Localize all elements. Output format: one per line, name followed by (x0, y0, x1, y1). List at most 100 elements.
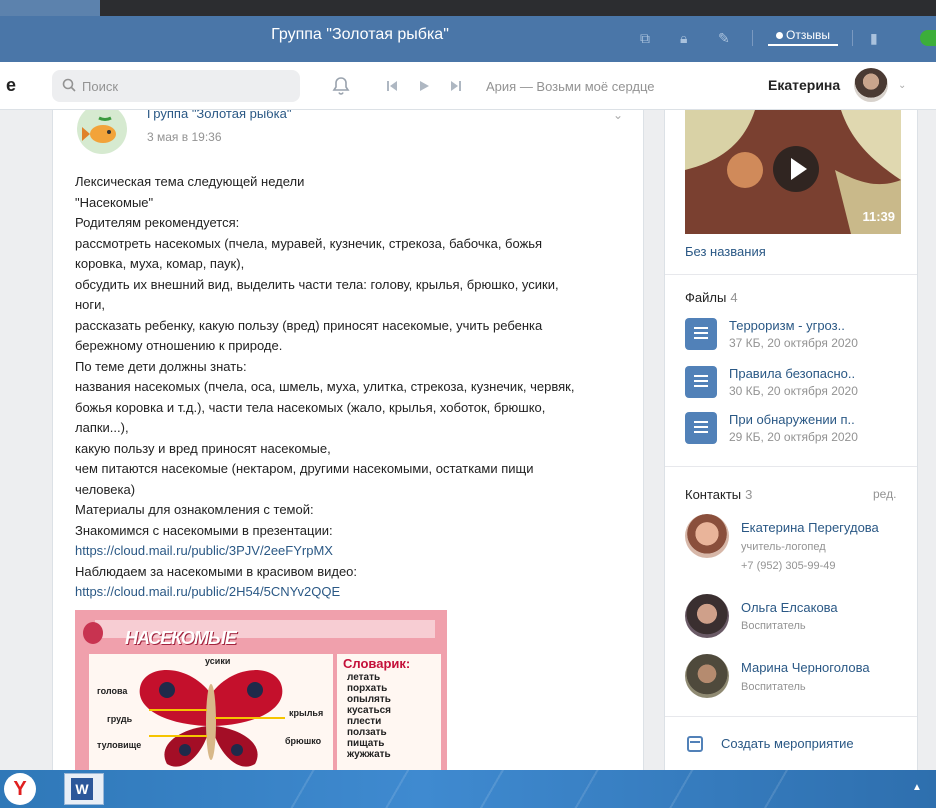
label-chest: грудь (107, 714, 133, 724)
reviews-button[interactable]: Отзывы (768, 24, 838, 46)
pen-icon[interactable]: ✎ (718, 30, 730, 47)
strawberry-icon (83, 622, 103, 644)
contact-role: Воспитатель (741, 681, 806, 693)
post-line: бережному отношению к природе. (75, 338, 283, 353)
contact-name[interactable]: Марина Черноголова (741, 660, 870, 675)
vocabulary-word: плести (347, 716, 382, 727)
create-event-button[interactable]: Создать мероприятие (721, 736, 854, 751)
reviews-icon (776, 32, 783, 39)
search-box[interactable] (52, 70, 300, 102)
play-icon[interactable] (418, 80, 430, 92)
site-logo[interactable]: e (6, 75, 16, 96)
post-line: какую пользу и вред приносят насекомые, (75, 440, 331, 456)
document-icon[interactable] (685, 318, 717, 350)
post-line: обсудить их внешний вид, выделить части … (75, 276, 559, 292)
post-line: ноги, (75, 297, 106, 312)
search-icon (62, 78, 76, 92)
chevron-down-icon[interactable]: ⌄ (898, 80, 906, 91)
search-input[interactable] (82, 70, 292, 102)
contacts-edit-link[interactable]: ред. (873, 487, 896, 501)
tray-expand-icon[interactable]: ▲ (912, 782, 922, 793)
label-wings: крылья (289, 708, 324, 718)
chevron-down-icon[interactable]: ⌄ (613, 110, 623, 122)
user-avatar[interactable] (854, 68, 888, 102)
post-line: человека) (75, 481, 136, 497)
video-duration: 11:39 (862, 209, 895, 224)
file-meta: 29 КБ, 20 октября 2020 (729, 430, 858, 444)
section-divider (665, 466, 917, 467)
titlebar-separator (752, 30, 753, 46)
tabs-icon[interactable]: ⧉ (640, 30, 650, 47)
contact-role: Воспитатель (741, 620, 806, 632)
group-sidebar: 11:39 Без названия Файлы 4 Терроризм - уг… (664, 110, 918, 770)
wall-post: Группа "Золотая рыбка" 3 мая в 19:36 ⌄ Л… (52, 110, 644, 770)
document-icon[interactable] (685, 366, 717, 398)
word-icon: W (71, 778, 93, 800)
lock-icon[interactable]: 🔒︎ (680, 30, 687, 47)
bookmark-icon[interactable]: ▮ (870, 30, 878, 47)
post-line: рассказать ребенку, какую пользу (вред) … (75, 317, 543, 333)
files-count: 4 (730, 290, 738, 305)
video-thumbnail[interactable]: 11:39 (685, 110, 901, 234)
group-avatar[interactable] (77, 110, 127, 154)
presentation-link[interactable]: https://cloud.mail.ru/public/3PJV/2eeFYr… (75, 541, 635, 562)
post-line: чем питаются насекомые (нектаром, другим… (75, 461, 534, 476)
post-line: Знакомимся с насекомыми в презентации: (75, 522, 333, 538)
file-meta: 30 КБ, 20 октября 2020 (729, 384, 858, 398)
vocabulary-word: ползать (347, 727, 387, 738)
reviews-label: Отзывы (786, 28, 830, 42)
section-divider (665, 274, 917, 275)
file-meta: 37 КБ, 20 октября 2020 (729, 336, 858, 350)
post-date[interactable]: 3 мая в 19:36 (147, 130, 222, 144)
section-divider (665, 716, 917, 717)
vocabulary-panel: Словарик: летать порхать опылять кусатьс… (337, 654, 441, 770)
contact-avatar[interactable] (685, 594, 729, 638)
video-link[interactable]: https://cloud.mail.ru/public/2H54/5CNYv2… (75, 582, 635, 603)
post-author[interactable]: Группа "Золотая рыбка" (147, 110, 291, 121)
image-title: НАСЕКОМЫЕ (125, 628, 237, 648)
post-attachment-image[interactable]: НАСЕКОМЫЕ усики голова грудь крылья туло… (75, 610, 447, 770)
yandex-browser-icon[interactable]: Y (4, 773, 36, 805)
post-line: Наблюдаем за насекомыми в красивом видео… (75, 563, 358, 579)
post-line: коровка, муха, комар, паук), (75, 256, 245, 271)
goldfish-icon (82, 116, 116, 143)
user-name[interactable]: Екатерина (768, 77, 840, 93)
post-line: Родителям рекомендуется: (75, 215, 240, 230)
calendar-icon[interactable] (687, 736, 703, 752)
titlebar-tab-strip-dark (100, 0, 936, 16)
vocabulary-word: опылять (347, 694, 391, 705)
label-head: голова (97, 686, 128, 696)
contacts-header[interactable]: Контакты 3 (685, 487, 752, 502)
file-name[interactable]: Терроризм - угроз.. (729, 318, 845, 333)
contacts-count: 3 (745, 487, 753, 502)
label-antennae: усики (205, 656, 231, 666)
vocabulary-word: жужжать (347, 749, 391, 760)
post-line: По теме дети должны знать: (75, 358, 247, 374)
window-title: Группа "Золотая рыбка" (271, 26, 449, 43)
word-app-button[interactable]: W (64, 773, 104, 805)
current-track[interactable]: Ария — Возьми моё сердце (486, 79, 655, 94)
bell-icon[interactable] (332, 76, 350, 96)
label-abdomen: брюшко (285, 736, 322, 746)
extension-icon[interactable] (920, 30, 936, 46)
post-text: Лексическая тема следующей недели "Насек… (75, 172, 635, 603)
document-icon[interactable] (685, 412, 717, 444)
contact-name[interactable]: Екатерина Перегудова (741, 520, 879, 535)
vocabulary-word: летать (347, 672, 381, 683)
next-track-icon[interactable] (450, 80, 462, 92)
video-play-button[interactable] (773, 146, 819, 192)
os-taskbar: Y W ▲ (0, 770, 936, 808)
post-line: Материалы для ознакомления с темой: (75, 502, 314, 517)
contact-name[interactable]: Ольга Елсакова (741, 600, 838, 615)
contact-phone: +7 (952) 305-99-49 (741, 560, 836, 572)
post-line: Лексическая тема следующей недели (75, 174, 305, 189)
contact-avatar[interactable] (685, 654, 729, 698)
video-title[interactable]: Без названия (685, 244, 766, 259)
file-name[interactable]: Правила безопасно.. (729, 366, 855, 381)
contact-avatar[interactable] (685, 514, 729, 558)
titlebar-tab-strip (0, 0, 100, 16)
files-header[interactable]: Файлы 4 (685, 290, 738, 305)
post-line: божья коровка и т.д.), части тела насеко… (75, 399, 546, 415)
file-name[interactable]: При обнаружении п.. (729, 412, 855, 427)
previous-track-icon[interactable] (386, 80, 398, 92)
